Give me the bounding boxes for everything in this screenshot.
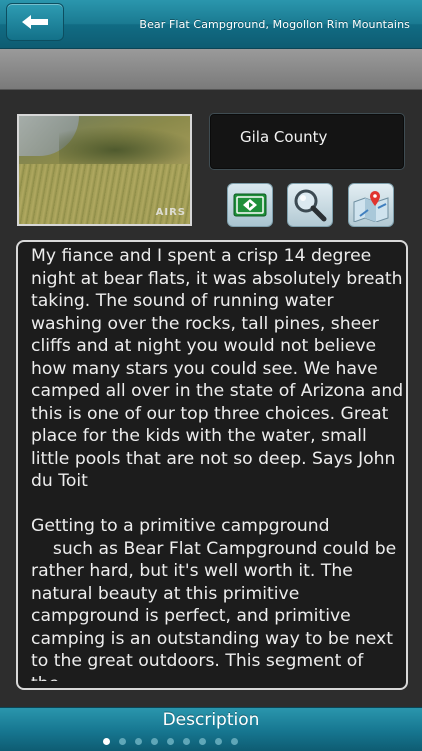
back-arrow-icon	[22, 15, 48, 29]
toolbar-strip	[0, 49, 422, 90]
magnifier-icon	[294, 189, 327, 222]
page-dot[interactable]	[167, 738, 174, 745]
page-dot[interactable]	[199, 738, 206, 745]
photo-brush	[59, 126, 190, 166]
description-text: My fiance and I spent a crisp 14 degree …	[31, 246, 404, 681]
campground-photo[interactable]: AIRS	[17, 114, 192, 226]
page-dot[interactable]	[103, 738, 110, 745]
back-button[interactable]	[6, 3, 64, 41]
map-button[interactable]	[348, 183, 394, 227]
page-dot[interactable]	[151, 738, 158, 745]
page-indicator[interactable]	[103, 738, 238, 746]
description-panel[interactable]: My fiance and I spent a crisp 14 degree …	[16, 240, 408, 690]
page-title: Bear Flat Campground, Mogollon Rim Mount…	[139, 18, 410, 31]
page-dot[interactable]	[119, 738, 126, 745]
section-title: Description	[162, 710, 260, 730]
map-pin-icon	[353, 191, 389, 222]
bottom-bar: Description	[0, 707, 422, 751]
page-dot[interactable]	[215, 738, 222, 745]
directions-sign-icon	[233, 193, 267, 217]
directions-button[interactable]	[227, 183, 273, 227]
page-dot[interactable]	[231, 738, 238, 745]
top-nav-bar: Bear Flat Campground, Mogollon Rim Mount…	[0, 0, 422, 49]
page-dot[interactable]	[183, 738, 190, 745]
page-dot[interactable]	[135, 738, 142, 745]
search-button[interactable]	[287, 183, 333, 227]
county-display: Gila County	[209, 113, 405, 170]
county-label: Gila County	[240, 128, 328, 146]
photo-watermark: AIRS	[155, 207, 186, 218]
